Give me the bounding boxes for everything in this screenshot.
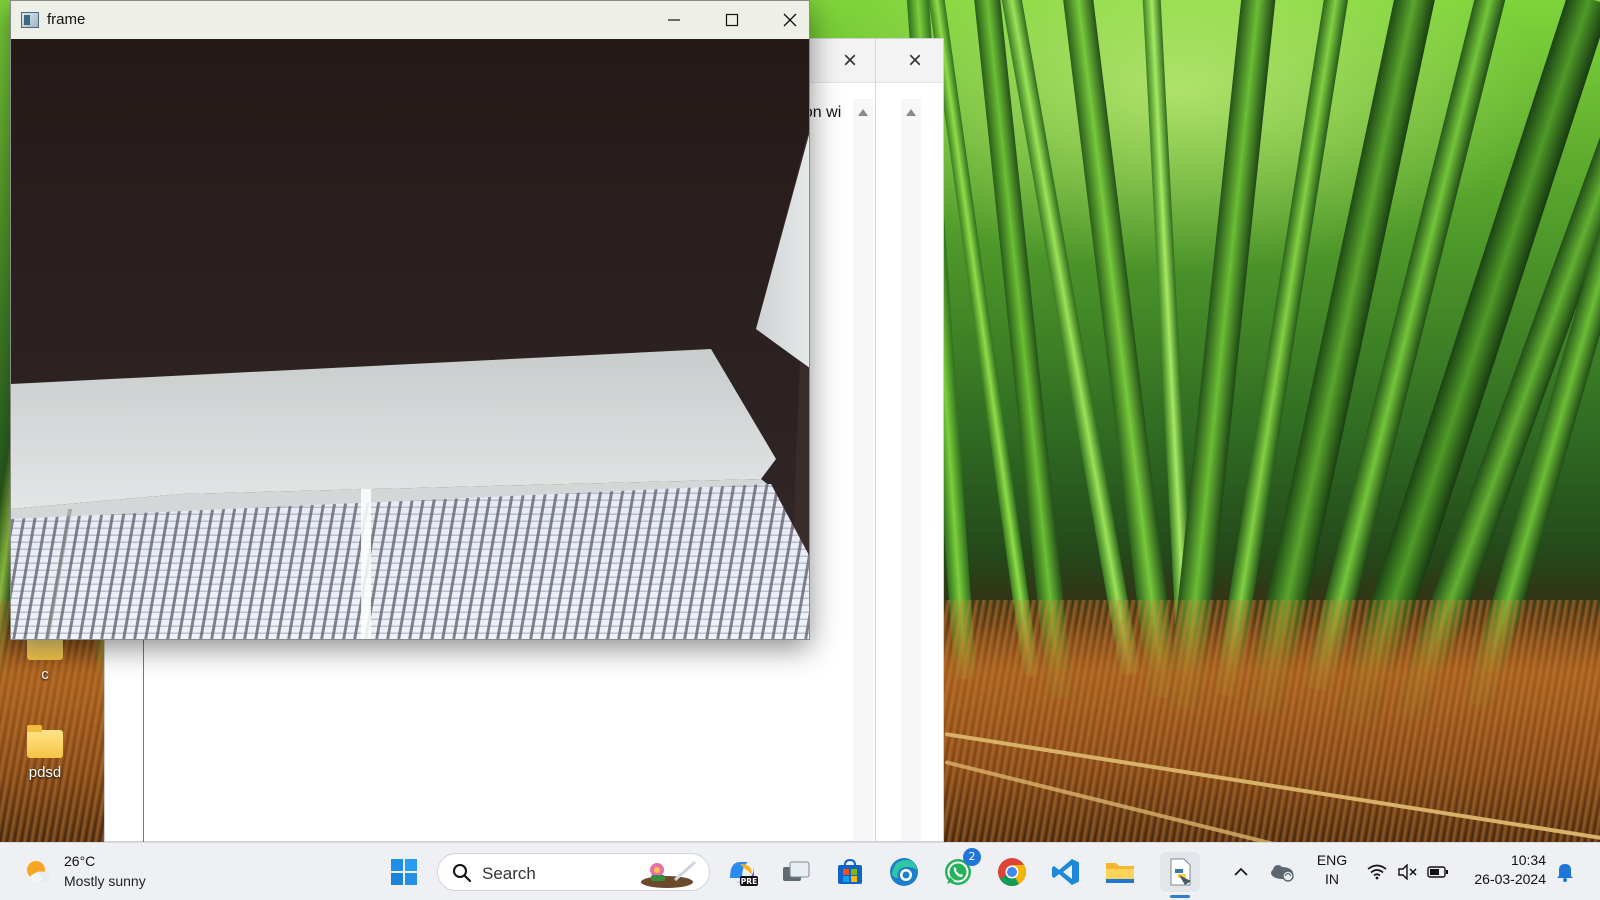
desktop-icon-label: pdsd — [28, 764, 62, 781]
search-box[interactable]: Search — [437, 853, 710, 891]
wifi-icon — [1367, 864, 1387, 880]
battery-icon — [1427, 866, 1448, 878]
windows-logo-icon — [391, 859, 417, 885]
minimize-button[interactable] — [645, 1, 703, 39]
copilot-button[interactable]: PRE — [722, 852, 762, 892]
weather-condition[interactable]: Mostly sunny — [64, 873, 146, 889]
clock-date: 26-03-2024 — [1474, 871, 1546, 887]
frame-window[interactable]: frame — [10, 0, 810, 640]
weather-temperature[interactable]: 26°C — [64, 853, 95, 869]
store-icon — [838, 858, 862, 884]
copilot-pre-icon: PRE — [730, 862, 758, 886]
notifications-button[interactable] — [1552, 852, 1578, 892]
edge-button[interactable] — [884, 852, 924, 892]
desktop-icon-label: c — [41, 666, 49, 683]
task-view-icon — [783, 861, 810, 881]
weather-widget[interactable] — [18, 852, 58, 892]
close-icon — [783, 13, 797, 27]
window-title: frame — [47, 11, 86, 28]
search-placeholder: Search — [482, 864, 536, 883]
python-file-icon — [1170, 858, 1191, 886]
close-icon[interactable]: × — [830, 41, 870, 81]
app-icon — [21, 12, 39, 28]
desktop-icon-pdsd[interactable]: pdsd — [10, 725, 80, 781]
show-hidden-icons-button[interactable] — [1226, 852, 1256, 892]
close-button[interactable] — [761, 1, 819, 39]
search-highlight-illustration-icon — [641, 860, 697, 888]
vscode-button[interactable] — [1046, 852, 1086, 892]
vscode-icon — [1052, 859, 1079, 885]
whatsapp-unread-badge: 2 — [963, 848, 981, 866]
minimize-icon — [668, 19, 680, 21]
camera-frame-illustration — [11, 39, 809, 639]
folder-icon — [27, 725, 63, 758]
language-indicator[interactable]: ENG IN — [1312, 852, 1352, 887]
battery-status[interactable] — [1422, 852, 1454, 892]
scrollbar[interactable] — [853, 99, 873, 841]
camera-feed-image — [11, 39, 809, 639]
svg-text:PRE: PRE — [741, 877, 757, 886]
edge-icon — [890, 858, 918, 886]
partly-sunny-icon — [27, 861, 50, 883]
python-app-button[interactable] — [1160, 852, 1200, 892]
chrome-button[interactable] — [992, 852, 1032, 892]
search-icon — [453, 864, 472, 883]
scrollbar[interactable] — [901, 99, 921, 841]
taskbar: 26°C Mostly sunny Search PRE 2 ENG IN 10… — [0, 842, 1600, 900]
folder-icon — [1106, 863, 1134, 883]
scroll-up-arrow-icon[interactable] — [906, 109, 916, 116]
chevron-up-icon — [1234, 867, 1248, 876]
pane-divider — [875, 39, 876, 841]
scroll-up-arrow-icon[interactable] — [858, 109, 868, 116]
bell-icon — [1557, 864, 1573, 882]
maximize-icon — [725, 13, 739, 27]
volume-status[interactable] — [1392, 852, 1422, 892]
onedrive-button[interactable] — [1264, 852, 1300, 892]
chrome-icon — [998, 858, 1026, 886]
task-view-button[interactable] — [776, 852, 816, 892]
wifi-status[interactable] — [1362, 852, 1392, 892]
frame-titlebar[interactable]: frame — [11, 1, 809, 39]
volume-muted-icon — [1398, 864, 1417, 880]
start-button[interactable] — [384, 852, 424, 892]
microsoft-store-button[interactable] — [830, 852, 870, 892]
onedrive-sync-icon — [1271, 865, 1294, 882]
language-code: ENG — [1316, 852, 1348, 868]
file-explorer-button[interactable] — [1100, 852, 1140, 892]
active-app-indicator — [1170, 895, 1190, 898]
clock[interactable]: 10:34 26-03-2024 — [1462, 852, 1546, 887]
maximize-button[interactable] — [703, 1, 761, 39]
region-code: IN — [1325, 871, 1339, 887]
clock-time: 10:34 — [1510, 852, 1546, 868]
close-icon[interactable]: × — [895, 41, 935, 81]
whatsapp-button[interactable]: 2 — [938, 848, 981, 892]
